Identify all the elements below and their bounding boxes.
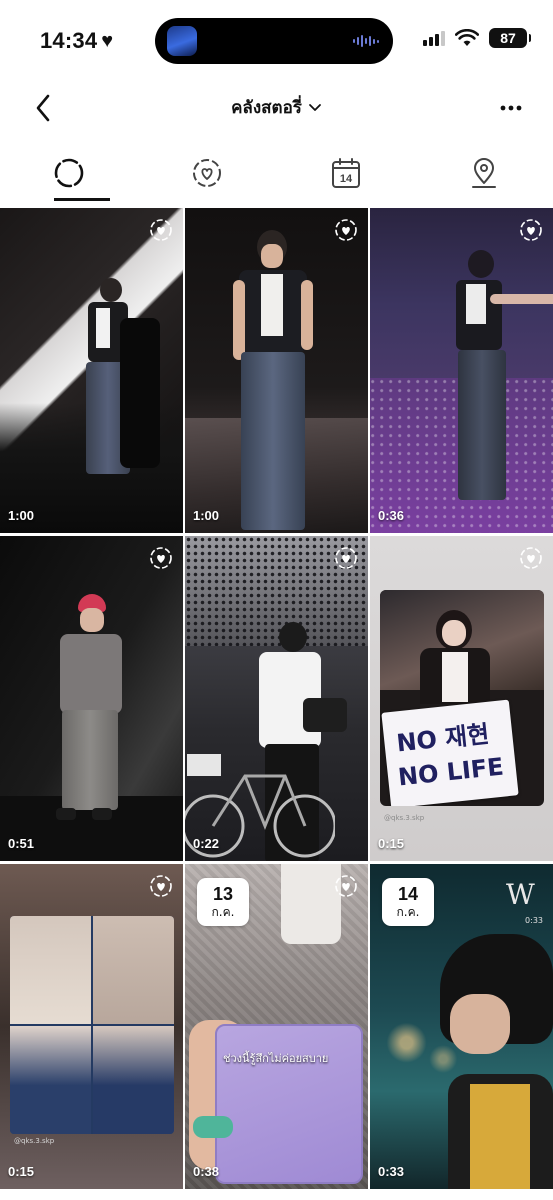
heart-circle-icon[interactable] xyxy=(519,218,543,242)
battery-level: 87 xyxy=(500,30,516,46)
battery-icon: 87 xyxy=(489,28,531,48)
person-legs xyxy=(281,864,341,944)
story-thumbnail[interactable]: @qks.3.skp 0:15 xyxy=(0,864,183,1189)
sign-line-2: NO LIFE xyxy=(396,752,505,792)
story-grid: 1:00 1:00 0:36 0:51 0:22 NO 재현 NO LIFE @… xyxy=(0,208,553,1189)
wifi-icon xyxy=(455,29,479,46)
performer xyxy=(120,318,160,468)
heart-circle-icon[interactable] xyxy=(334,874,358,898)
date-day: 14 xyxy=(397,883,419,904)
audio-wave-icon xyxy=(353,34,379,48)
location-pin-icon xyxy=(471,158,496,188)
story-duration: 0:33 xyxy=(378,1164,405,1179)
photo-card: NO 재현 NO LIFE xyxy=(380,590,544,806)
performer xyxy=(446,250,553,505)
tab-calendar[interactable]: 14 xyxy=(277,145,415,201)
sign-line-1: NO 재현 xyxy=(395,719,491,758)
heart-circle-icon[interactable] xyxy=(149,546,173,570)
page-title: คลังสตอรี่ xyxy=(231,98,302,118)
story-duration: 0:15 xyxy=(8,1164,35,1179)
header: คลังสตอรี่ xyxy=(0,80,553,136)
brand-logo: W xyxy=(506,878,535,911)
watermark: @qks.3.skp xyxy=(384,814,425,822)
story-duration: 0:51 xyxy=(8,836,35,851)
heart-circle-icon[interactable] xyxy=(334,218,358,242)
story-thumbnail[interactable]: 0:22 xyxy=(185,536,368,861)
archive-selector[interactable]: คลังสตอรี่ xyxy=(0,94,553,121)
watermark: @qks.3.skp xyxy=(14,1137,55,1145)
date-month: ก.ค. xyxy=(211,904,235,919)
tab-stories[interactable] xyxy=(0,145,138,201)
dynamic-island[interactable] xyxy=(155,18,393,64)
story-caption: ช่วงนี้รู้สึกไม่ค่อยสบาย xyxy=(223,1052,329,1065)
cellular-signal-icon xyxy=(423,30,445,46)
story-thumbnail[interactable]: W 0:33 14 ก.ค. 0:33 xyxy=(370,864,553,1189)
date-month: ก.ค. xyxy=(396,904,420,919)
corner-time: 0:33 xyxy=(525,916,543,925)
chevron-down-icon xyxy=(309,103,321,111)
more-options-button[interactable] xyxy=(499,96,523,120)
more-horizontal-icon xyxy=(500,105,522,111)
story-duration: 0:15 xyxy=(378,836,405,851)
story-thumbnail[interactable]: ช่วงนี้รู้สึกไม่ค่อยสบาย 13 ก.ค. 0:38 xyxy=(185,864,368,1189)
heart-icon: ♥ xyxy=(101,30,114,52)
story-thumbnail[interactable]: 1:00 xyxy=(0,208,183,533)
story-duration: 0:22 xyxy=(193,836,220,851)
story-thumbnail[interactable]: NO 재현 NO LIFE @qks.3.skp 0:15 xyxy=(370,536,553,861)
archive-tabs: 14 xyxy=(0,145,553,201)
heart-circle-icon[interactable] xyxy=(149,874,173,898)
app-thumbnail-icon xyxy=(167,26,197,56)
calendar-day: 14 xyxy=(340,173,353,185)
tab-places[interactable] xyxy=(415,145,553,201)
hand-with-wallet xyxy=(185,1004,368,1189)
date-badge: 13 ก.ค. xyxy=(197,878,249,926)
status-time: 14:34 ♥ xyxy=(40,28,113,54)
tab-favorites[interactable] xyxy=(138,145,276,201)
calendar-icon: 14 xyxy=(331,158,360,188)
status-indicators: 87 xyxy=(423,28,531,48)
story-thumbnail[interactable]: 0:51 xyxy=(0,536,183,861)
fan-sign: NO 재현 NO LIFE xyxy=(381,699,519,806)
story-duration: 0:38 xyxy=(193,1164,220,1179)
heart-circle-icon[interactable] xyxy=(519,546,543,570)
clock: 14:34 xyxy=(40,28,98,53)
story-duration: 1:00 xyxy=(8,508,35,523)
performer xyxy=(52,594,128,824)
heart-circle-icon[interactable] xyxy=(334,546,358,570)
story-thumbnail[interactable]: 1:00 xyxy=(185,208,368,533)
story-thumbnail[interactable]: 0:36 xyxy=(370,208,553,533)
story-duration: 0:36 xyxy=(378,508,405,523)
photo-collage xyxy=(10,916,174,1134)
performer xyxy=(233,230,313,530)
performer xyxy=(440,934,553,1189)
date-badge: 14 ก.ค. xyxy=(382,878,434,926)
heart-circle-icon[interactable] xyxy=(149,218,173,242)
story-duration: 1:00 xyxy=(193,508,220,523)
status-bar: 14:34 ♥ 87 xyxy=(0,0,553,80)
heart-circle-icon xyxy=(193,159,222,187)
story-ring-icon xyxy=(54,158,84,188)
date-day: 13 xyxy=(212,883,234,904)
